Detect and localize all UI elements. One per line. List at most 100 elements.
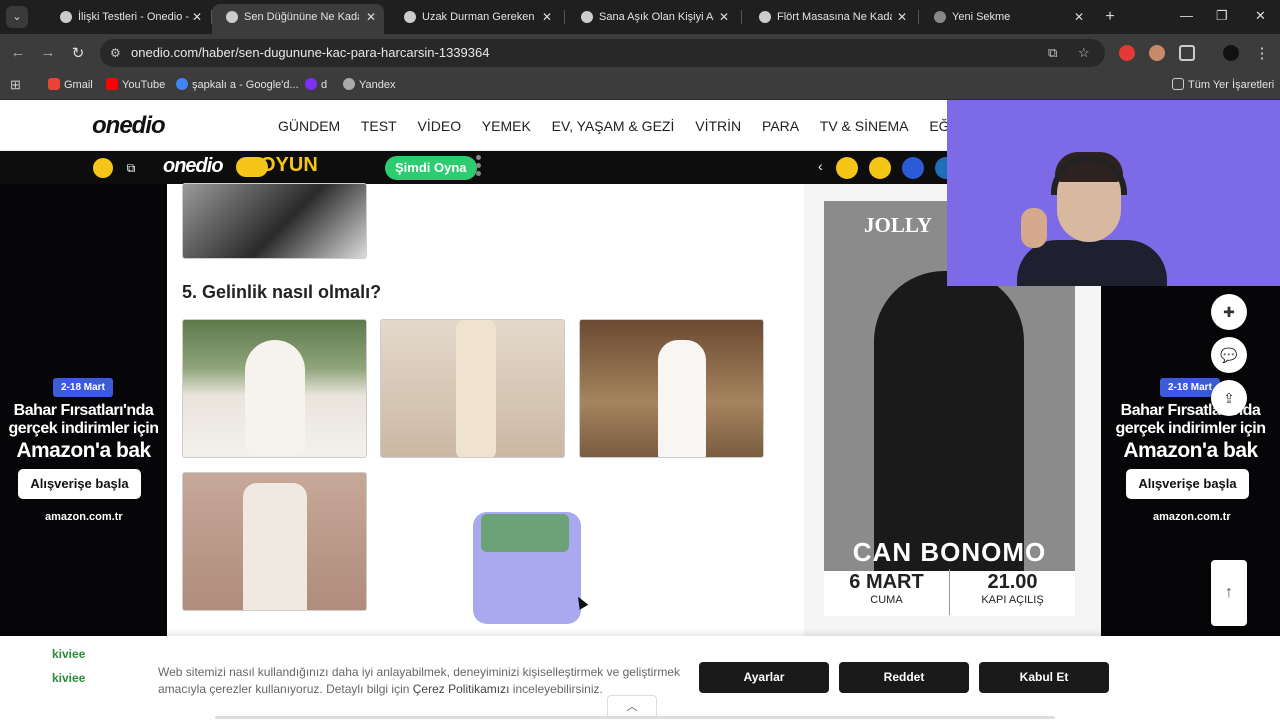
smile-emoji-icon[interactable] <box>869 157 891 179</box>
dress-shape <box>245 340 305 455</box>
minimize-button[interactable]: — <box>1180 8 1193 23</box>
new-tab-button[interactable]: + <box>1100 6 1120 28</box>
scroll-to-top-button[interactable]: ↑ <box>1211 560 1247 626</box>
restore-button[interactable]: ❐ <box>1216 8 1228 24</box>
save-bookmark-icon[interactable]: ✚ <box>1211 294 1247 330</box>
bookmark-label: şapkalı a - Google'd... <box>192 79 299 91</box>
tab-yeni-sekme[interactable]: Yeni Sekme ✕ <box>920 4 1092 34</box>
reload-icon[interactable]: ↻ <box>69 44 87 62</box>
bookmark-google[interactable]: şapkalı a - Google'd... <box>176 77 299 93</box>
artist-figure <box>874 271 1024 571</box>
sad-emoji-icon[interactable] <box>836 157 858 179</box>
menu-kebab-icon[interactable]: ⋮ <box>1253 44 1271 62</box>
close-icon[interactable]: ✕ <box>542 4 552 30</box>
webcam-overlay <box>947 100 1280 286</box>
site-icon <box>305 78 317 90</box>
tab-search-button[interactable]: ⌄ <box>6 6 28 28</box>
drag-handle-icon[interactable] <box>476 155 484 179</box>
share-icon[interactable]: ⇪ <box>1211 380 1247 416</box>
ad-line: Amazon'a bak <box>16 439 151 462</box>
site-info-icon[interactable]: ⚙ <box>110 39 121 67</box>
profile-avatar[interactable] <box>1223 45 1239 61</box>
nav-test[interactable]: TEST <box>361 118 397 134</box>
comments-icon[interactable]: 💬 <box>1211 337 1247 373</box>
chevron-up-icon[interactable]: ︿ <box>607 695 657 717</box>
ad-badge: 2-18 Mart <box>53 378 113 397</box>
smiley-icon[interactable] <box>93 158 113 178</box>
forward-icon[interactable]: → <box>39 44 57 61</box>
nav-ev-yasam-gezi[interactable]: EV, YAŞAM & GEZİ <box>552 118 675 134</box>
tab-title: İlişki Testleri - Onedio - Sayfa <box>78 11 193 23</box>
nav-yemek[interactable]: YEMEK <box>482 118 531 134</box>
poster-time-text: 21.00 <box>987 571 1038 593</box>
chrome-icon <box>934 11 946 24</box>
onedio-favicon <box>404 11 416 24</box>
nav-tv-sinema[interactable]: TV & SİNEMA <box>820 118 909 134</box>
bookmark-label: Yandex <box>359 79 396 91</box>
nav-video[interactable]: VİDEO <box>418 118 462 134</box>
tab-sana-asik[interactable]: Sana Aşık Olan Kişiyi Açıkla ✕ <box>567 4 737 34</box>
onedio-logo[interactable]: onedio <box>92 112 166 140</box>
bookmark-label: Gmail <box>64 79 93 91</box>
gallery-icon[interactable]: ⧉ <box>121 158 141 178</box>
tab-title: Flört Masasına Ne Kadar G <box>777 11 892 23</box>
philips-icon[interactable] <box>902 157 924 179</box>
bookmark-gmail[interactable]: Gmail <box>48 77 93 93</box>
tab-uzak-durman[interactable]: Uzak Durman Gereken Erkek ✕ <box>390 4 560 34</box>
tab-title: Uzak Durman Gereken Erkek <box>422 11 537 23</box>
cookie-text-2: inceleyebilirsiniz. <box>509 682 603 696</box>
close-icon[interactable]: ✕ <box>897 4 907 30</box>
ad-shop-button[interactable]: Alışverişe başla <box>1126 469 1249 499</box>
scroll-track <box>215 716 1055 719</box>
tab-sen-dugunune[interactable]: Sen Düğününe Ne Kadar Para ✕ <box>212 4 384 34</box>
back-icon[interactable]: ← <box>9 44 27 61</box>
dress-option-ballgown[interactable] <box>182 319 367 458</box>
tab-iliski-testleri[interactable]: İlişki Testleri - Onedio - Sayfa ✕ <box>46 4 210 34</box>
all-bookmarks[interactable]: Tüm Yer İşaretleri <box>1172 77 1274 93</box>
close-icon[interactable]: ✕ <box>719 4 729 30</box>
bookmark-yandex[interactable]: Yandex <box>343 77 396 93</box>
cookie-policy-link[interactable]: Çerez Politikamızı <box>413 682 510 696</box>
close-icon[interactable]: ✕ <box>366 4 376 30</box>
bookmark-star-icon[interactable]: ☆ <box>1078 39 1090 67</box>
poster-brand: JOLLY <box>864 213 933 237</box>
url-text[interactable]: onedio.com/haber/sen-dugunune-kac-para-h… <box>131 45 489 60</box>
ad-headline: Bahar Fırsatları'nda gerçek indirimler i… <box>1113 402 1268 464</box>
bookmark-label: d <box>321 79 328 91</box>
apps-grid-icon[interactable]: ⊞ <box>10 77 21 93</box>
dress-option-suit[interactable] <box>182 472 367 611</box>
extension-icon[interactable] <box>1119 45 1135 61</box>
tab-title: Yeni Sekme <box>952 11 1011 23</box>
gmail-icon <box>48 78 60 90</box>
nav-para[interactable]: PARA <box>762 118 799 134</box>
close-icon[interactable]: ✕ <box>1074 4 1084 30</box>
url-field[interactable]: ⚙ onedio.com/haber/sen-dugunune-kac-para… <box>100 39 1105 67</box>
bookmark-youtube[interactable]: YouTube <box>106 77 165 93</box>
kiviee-logo: kiviee <box>52 671 86 685</box>
bookmark-d[interactable]: d <box>305 77 327 93</box>
onedio-favicon <box>226 11 238 24</box>
nav-gundem[interactable]: GÜNDEM <box>278 118 340 134</box>
nav-vitrin[interactable]: VİTRİN <box>695 118 741 134</box>
ad-line: Bahar Fırsatları'nda <box>13 402 154 419</box>
ad-shop-button[interactable]: Alışverişe başla <box>18 469 141 499</box>
extensions-puzzle-icon[interactable] <box>1179 45 1195 61</box>
cookie-settings-button[interactable]: Ayarlar <box>699 662 829 693</box>
dress-option-satin[interactable] <box>380 319 565 458</box>
window-close-button[interactable]: ✕ <box>1255 8 1266 24</box>
cookie-reject-button[interactable]: Reddet <box>839 662 969 693</box>
tab-flort-masasi[interactable]: Flört Masasına Ne Kadar G ✕ <box>745 4 915 34</box>
chevron-left-icon[interactable]: ‹ <box>818 158 823 174</box>
answer-image-previous[interactable] <box>182 183 367 259</box>
dress-option-slit[interactable] <box>579 319 764 458</box>
amazon-logo: amazon.com.tr <box>1153 511 1231 523</box>
install-app-icon[interactable]: ⧉ <box>1048 39 1057 67</box>
cookie-accept-button[interactable]: Kabul Et <box>979 662 1109 693</box>
folder-icon <box>1172 78 1184 90</box>
close-icon[interactable]: ✕ <box>192 4 202 30</box>
poster-day: CUMA <box>870 594 903 606</box>
ad-line: gerçek indirimler için <box>1115 420 1266 437</box>
tab-separator <box>918 10 919 24</box>
extension-icon[interactable] <box>1149 45 1165 61</box>
play-now-button[interactable]: Şimdi Oyna <box>385 156 477 180</box>
